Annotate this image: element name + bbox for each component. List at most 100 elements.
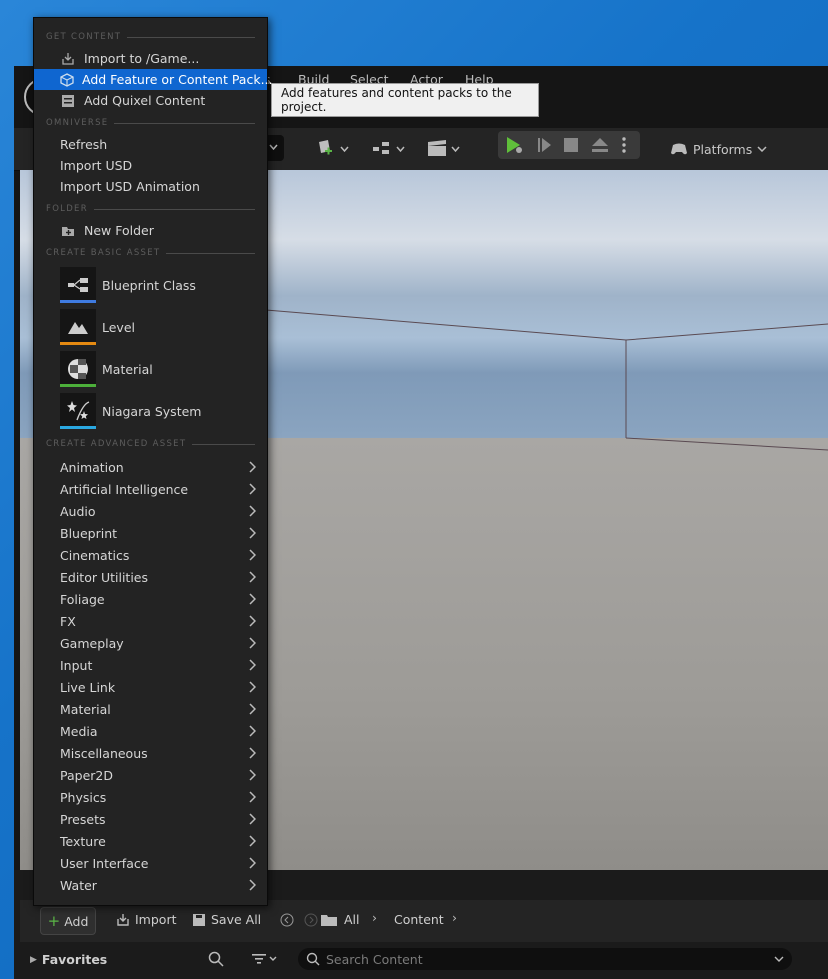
submenu-user-interface[interactable]: User Interface	[34, 852, 267, 874]
chevron-right-icon	[245, 878, 259, 892]
search-content-field[interactable]: Search Content	[298, 948, 792, 970]
submenu-presets[interactable]: Presets	[34, 808, 267, 830]
import-icon	[117, 913, 129, 926]
chevron-right-icon	[245, 680, 259, 694]
stop-icon[interactable]	[562, 136, 580, 154]
favorites-header[interactable]: ▶ Favorites	[30, 952, 107, 967]
import-label: Import	[135, 912, 177, 927]
chevron-right-icon	[245, 592, 259, 606]
breadcrumb-content[interactable]: Content	[394, 912, 444, 927]
menu-item-add-feature-content-pack[interactable]: Add Feature or Content Pack...	[34, 69, 273, 90]
material-icon	[60, 351, 96, 387]
import-icon	[60, 51, 76, 67]
search-placeholder: Search Content	[326, 951, 423, 967]
save-all-button[interactable]: Save All	[192, 912, 261, 927]
step-forward-icon[interactable]	[536, 136, 554, 154]
chevron-right-icon	[245, 724, 259, 738]
chevron-right-icon	[245, 768, 259, 782]
forward-arrow-icon[interactable]	[304, 913, 318, 927]
submenu-media[interactable]: Media	[34, 720, 267, 742]
chevron-right-icon	[245, 636, 259, 650]
blueprint-icon	[373, 142, 405, 154]
platforms-label: Platforms	[693, 141, 753, 157]
chevron-right-icon	[245, 570, 259, 584]
tooltip: Add features and content packs to the pr…	[271, 83, 539, 117]
section-create-advanced-asset: CREATE ADVANCED ASSET	[46, 437, 255, 451]
chevron-right-icon	[245, 702, 259, 716]
chevron-right-icon	[245, 856, 259, 870]
add-actor-icon	[319, 140, 349, 155]
add-label: Add	[64, 913, 89, 929]
chevron-right-icon	[245, 834, 259, 848]
asset-level[interactable]: Level	[34, 307, 267, 347]
asset-niagara-system[interactable]: Niagara System	[34, 391, 267, 431]
submenu-cinematics[interactable]: Cinematics	[34, 544, 267, 566]
submenu-gameplay[interactable]: Gameplay	[34, 632, 267, 654]
content-pack-icon	[60, 72, 74, 88]
section-get-content: GET CONTENT	[46, 30, 255, 44]
add-button[interactable]: + Add	[40, 907, 96, 935]
folder-icon	[321, 915, 337, 926]
chevron-right-icon	[245, 790, 259, 804]
chevron-right-icon	[245, 504, 259, 518]
submenu-miscellaneous[interactable]: Miscellaneous	[34, 742, 267, 764]
menu-item-import-usd[interactable]: Import USD	[34, 155, 267, 176]
level-icon	[60, 309, 96, 345]
submenu-texture[interactable]: Texture	[34, 830, 267, 852]
blueprint-icon	[60, 267, 96, 303]
section-omniverse: OMNIVERSE	[46, 116, 255, 130]
submenu-blueprint[interactable]: Blueprint	[34, 522, 267, 544]
niagara-icon	[60, 393, 96, 429]
play-icon[interactable]	[504, 135, 526, 155]
submenu-animation[interactable]: Animation	[34, 456, 267, 478]
chevron-right-icon	[245, 460, 259, 474]
blueprint-toolbar-button[interactable]	[372, 136, 408, 162]
chevron-down-icon	[774, 956, 784, 962]
chevron-right-icon	[245, 482, 259, 496]
submenu-material[interactable]: Material	[34, 698, 267, 720]
search-icon	[306, 952, 320, 966]
content-browser-toolbar: + Add Import Save All All › Content ›	[20, 900, 828, 942]
section-folder: FOLDER	[46, 202, 255, 216]
menu-item-new-folder[interactable]: New Folder	[34, 220, 267, 241]
submenu-audio[interactable]: Audio	[34, 500, 267, 522]
clapperboard-icon	[428, 140, 460, 156]
submenu-editor-utilities[interactable]: Editor Utilities	[34, 566, 267, 588]
breadcrumb-all[interactable]: All	[344, 912, 360, 927]
save-all-label: Save All	[211, 912, 262, 927]
chevron-right-icon	[245, 614, 259, 628]
submenu-live-link[interactable]: Live Link	[34, 676, 267, 698]
add-content-menu: GET CONTENT Import to /Game... Add Featu…	[33, 17, 273, 906]
submenu-water[interactable]: Water	[34, 874, 267, 896]
submenu-paper2d[interactable]: Paper2D	[34, 764, 267, 786]
back-arrow-icon[interactable]	[280, 913, 294, 927]
chevron-down-icon	[269, 144, 278, 150]
menu-item-refresh[interactable]: Refresh	[34, 134, 267, 155]
chevron-down-icon	[757, 146, 767, 152]
menu-item-import-to-game[interactable]: Import to /Game...	[34, 48, 267, 69]
submenu-artificial-intelligence[interactable]: Artificial Intelligence	[34, 478, 267, 500]
quick-add-button[interactable]	[316, 136, 352, 162]
quixel-icon	[60, 93, 76, 109]
more-options-icon[interactable]	[620, 136, 628, 154]
submenu-physics[interactable]: Physics	[34, 786, 267, 808]
platforms-button[interactable]: Platforms	[670, 136, 767, 162]
submenu-fx[interactable]: FX	[34, 610, 267, 632]
submenu-input[interactable]: Input	[34, 654, 267, 676]
search-icon[interactable]	[208, 951, 224, 967]
asset-blueprint-class[interactable]: Blueprint Class	[34, 265, 267, 305]
breadcrumb-separator-icon: ›	[452, 910, 457, 925]
chevron-right-icon	[245, 526, 259, 540]
cinematics-toolbar-button[interactable]	[426, 136, 462, 162]
play-controls	[498, 131, 640, 159]
filter-icon[interactable]	[252, 953, 280, 965]
chevron-right-icon	[245, 812, 259, 826]
menu-item-import-usd-animation[interactable]: Import USD Animation	[34, 176, 267, 197]
breadcrumb-separator-icon: ›	[372, 910, 377, 925]
menu-item-add-quixel-content[interactable]: Add Quixel Content	[34, 90, 267, 111]
submenu-foliage[interactable]: Foliage	[34, 588, 267, 610]
asset-material[interactable]: Material	[34, 349, 267, 389]
import-button[interactable]: Import	[116, 912, 177, 927]
eject-icon[interactable]	[590, 136, 610, 154]
plus-icon: +	[47, 912, 61, 930]
